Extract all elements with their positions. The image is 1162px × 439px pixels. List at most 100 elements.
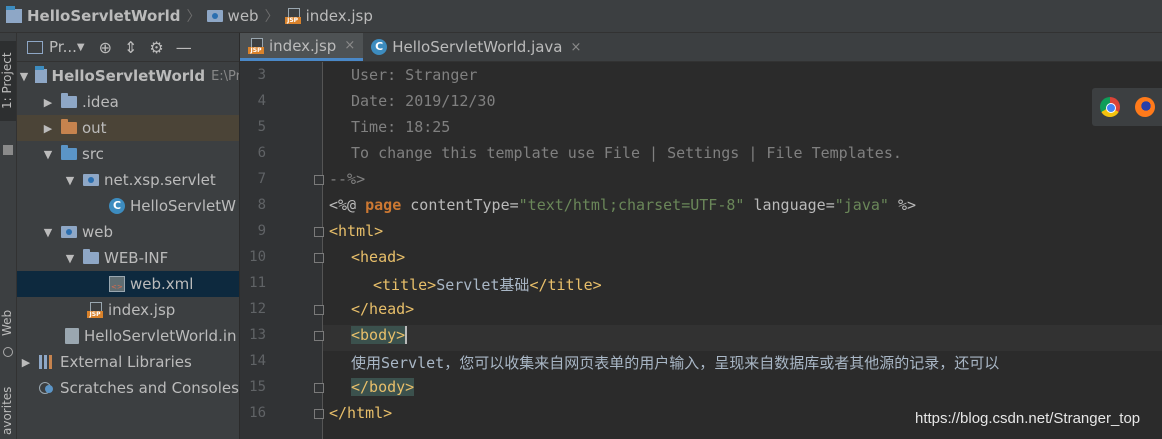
xml-icon: [109, 276, 125, 292]
code-line-5: Time: 18:25: [351, 118, 451, 136]
code-line-12: </head>: [351, 300, 415, 318]
library-icon: [39, 355, 55, 369]
expand-arrow-icon[interactable]: ▶: [19, 356, 33, 369]
tree-item-label: out: [82, 119, 107, 137]
web-globe-icon: [3, 347, 13, 357]
tree-item-label: index.jsp: [108, 301, 176, 319]
tree-item-label: HelloServletWorld: [51, 67, 206, 85]
expand-arrow-icon[interactable]: ▼: [19, 70, 29, 83]
breadcrumb-separator: 〉: [186, 9, 201, 25]
line-number: 8: [257, 197, 266, 213]
code-line-3: User: Stranger: [351, 66, 478, 84]
tree-item-project-root[interactable]: ▼ HelloServletWorld E:\Pr: [17, 63, 240, 89]
favorites-tool-button[interactable]: avorites: [0, 383, 16, 439]
jsp-icon: [248, 37, 264, 54]
line-number: 15: [249, 379, 266, 395]
code-line-11: <title>Servlet基础</title>: [373, 274, 602, 295]
locate-icon[interactable]: ⊕: [99, 38, 112, 57]
breadcrumb-web[interactable]: web: [206, 7, 259, 25]
code-line-14: 使用Servlet，您可以收集来自网页表单的用户输入，呈现来自数据库或者其他源的…: [351, 354, 1000, 372]
editor-gutter: 3 4 5 6 7 8 9 10 11 12 13 14 15 16: [240, 62, 324, 439]
tree-item-label: src: [82, 145, 104, 163]
expand-arrow-icon[interactable]: ▶: [41, 122, 55, 135]
tree-item-label: External Libraries: [60, 353, 192, 371]
expand-arrow-icon[interactable]: ▼: [41, 148, 55, 161]
tab-index-jsp[interactable]: index.jsp ×: [240, 33, 364, 61]
hide-icon[interactable]: —: [176, 38, 192, 57]
navigation-bar: HelloServletWorld 〉 web 〉 index.jsp: [0, 0, 1162, 33]
tree-item-label: net.xsp.servlet: [104, 171, 216, 189]
code-line-7: --%>: [329, 170, 366, 188]
tree-item-package[interactable]: ▼ net.xsp.servlet: [17, 167, 239, 193]
iml-icon: [65, 328, 79, 344]
breadcrumb-file-label: index.jsp: [305, 7, 373, 25]
expand-arrow-icon[interactable]: ▼: [63, 252, 77, 265]
folder-icon: [83, 249, 99, 264]
tree-item-iml[interactable]: HelloServletWorld.in: [17, 323, 239, 349]
close-icon[interactable]: ×: [344, 38, 355, 53]
firefox-icon[interactable]: [1134, 97, 1155, 117]
editor-tabs: index.jsp × C HelloServletWorld.java ×: [240, 33, 1162, 62]
line-number: 5: [257, 119, 266, 135]
fold-marker-icon[interactable]: [314, 409, 324, 419]
tab-label: HelloServletWorld.java: [392, 38, 563, 56]
tree-item-src[interactable]: ▼ src: [17, 141, 239, 167]
fold-marker-icon[interactable]: [314, 383, 324, 393]
tab-hello-servlet-world-java[interactable]: C HelloServletWorld.java ×: [363, 33, 589, 61]
tree-item-out[interactable]: ▶ out: [17, 115, 239, 141]
expand-arrow-icon[interactable]: ▼: [41, 226, 55, 239]
tree-item-web-xml[interactable]: web.xml: [17, 271, 239, 297]
tree-item-web[interactable]: ▼ web: [17, 219, 239, 245]
tree-item-scratches[interactable]: Scratches and Consoles: [17, 375, 239, 401]
breadcrumb-project-label: HelloServletWorld: [27, 7, 181, 25]
tree-item-external-libraries[interactable]: ▶ External Libraries: [17, 349, 239, 375]
web-folder-icon: [61, 226, 77, 238]
tree-item-label: web.xml: [130, 275, 194, 293]
jsp-keyword: page: [365, 196, 402, 214]
line-number: 6: [257, 145, 266, 161]
expand-arrow-icon[interactable]: ▼: [63, 174, 77, 187]
left-tool-stripe: 1: Project Web avorites: [0, 33, 17, 439]
breadcrumb-file[interactable]: index.jsp: [284, 7, 373, 25]
project-panel: Pr... ▼ ⊕ ⇕ ⚙ — ▼ HelloServletWorld E:\P…: [17, 33, 240, 439]
tree-item-path: E:\Pr: [211, 68, 240, 84]
collapse-all-icon[interactable]: ⇕: [124, 38, 137, 57]
code-line-9: <html>: [329, 222, 384, 240]
chevron-down-icon[interactable]: ▼: [77, 42, 85, 53]
breadcrumb-project[interactable]: HelloServletWorld: [6, 6, 181, 25]
expand-arrow-icon[interactable]: ▶: [41, 96, 55, 109]
project-tool-button[interactable]: 1: Project: [0, 41, 16, 121]
tree-item-idea[interactable]: ▶ .idea: [17, 89, 239, 115]
line-number: 7: [257, 171, 266, 187]
tree-item-class[interactable]: C HelloServletW: [17, 193, 239, 219]
project-view-icon: [27, 40, 43, 54]
tree-item-label: WEB-INF: [104, 249, 169, 267]
tag-text: Servlet基础: [436, 276, 530, 294]
line-number: 12: [249, 301, 266, 317]
code-line-4: Date: 2019/12/30: [351, 92, 496, 110]
source-folder-icon: [61, 145, 77, 160]
web-folder-icon: [206, 10, 223, 22]
tree-item-web-inf[interactable]: ▼ WEB-INF: [17, 245, 239, 271]
close-icon[interactable]: ×: [571, 40, 582, 55]
jsp-directive-close: %>: [888, 196, 917, 214]
tree-item-label: HelloServletW: [130, 197, 236, 215]
web-tool-button[interactable]: Web: [0, 303, 16, 343]
fold-marker-icon[interactable]: [314, 331, 324, 341]
project-view-selector[interactable]: Pr...: [49, 38, 77, 56]
code-editor[interactable]: 3 4 5 6 7 8 9 10 11 12 13 14 15 16 User:…: [240, 62, 1162, 439]
fold-marker-icon[interactable]: [314, 305, 324, 315]
module-icon: [6, 6, 22, 23]
structure-icon: [3, 145, 13, 155]
line-number: 11: [249, 275, 266, 291]
gear-icon[interactable]: ⚙: [149, 38, 163, 57]
line-number: 9: [257, 223, 266, 239]
fold-marker-icon[interactable]: [314, 253, 324, 263]
tag-close: </title>: [529, 276, 602, 294]
breadcrumb-web-label: web: [227, 7, 259, 25]
fold-marker-icon[interactable]: [314, 175, 324, 185]
tree-item-index-jsp[interactable]: index.jsp: [17, 297, 239, 323]
fold-marker-icon[interactable]: [314, 227, 324, 237]
folder-orange-icon: [61, 119, 77, 134]
chrome-icon[interactable]: [1099, 97, 1120, 117]
